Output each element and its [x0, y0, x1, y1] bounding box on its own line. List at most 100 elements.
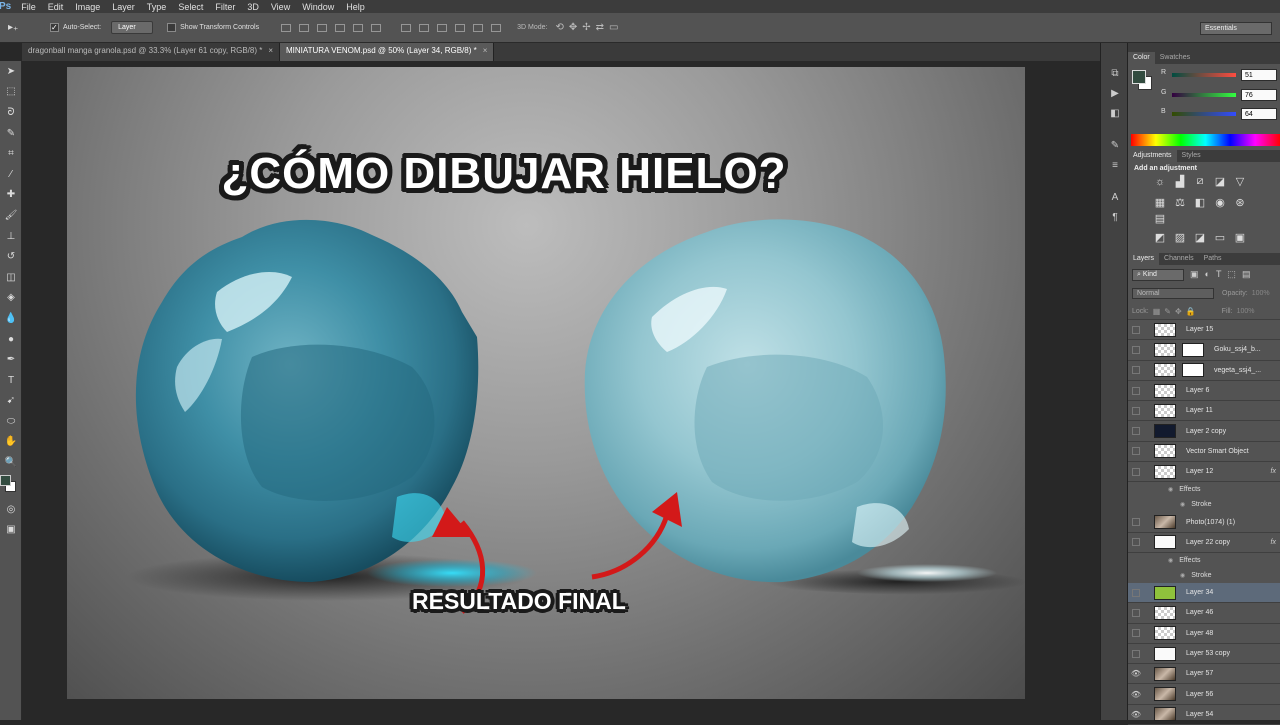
- fill-field[interactable]: 100%: [1237, 308, 1255, 315]
- r-value-field[interactable]: 51: [1241, 69, 1277, 81]
- visibility-toggle[interactable]: [1132, 447, 1140, 456]
- menu-file[interactable]: File: [15, 2, 42, 12]
- layer-effect-row[interactable]: ◉ Effects: [1128, 482, 1280, 497]
- crop-tool-icon[interactable]: ⌗: [0, 143, 22, 164]
- photo-filter-icon[interactable]: ◉: [1213, 196, 1227, 209]
- show-transform-checkbox[interactable]: Show Transform Controls: [167, 23, 259, 32]
- path-select-tool-icon[interactable]: ➹: [0, 391, 22, 412]
- visibility-toggle[interactable]: [1132, 467, 1140, 476]
- visibility-toggle[interactable]: [1132, 649, 1140, 658]
- move-tool-icon[interactable]: ➤: [0, 61, 22, 82]
- tab-swatches[interactable]: Swatches: [1155, 52, 1195, 64]
- marquee-tool-icon[interactable]: ⬚: [0, 82, 22, 103]
- clone-stamp-tool-icon[interactable]: ⊥: [0, 226, 22, 247]
- close-icon[interactable]: ×: [268, 46, 273, 55]
- r-slider[interactable]: [1172, 73, 1236, 77]
- distribute-left-icon[interactable]: [455, 23, 466, 32]
- kind-filter-dropdown[interactable]: ⌕ Kind: [1132, 268, 1184, 281]
- tab-styles[interactable]: Styles: [1177, 150, 1206, 162]
- align-hcenter-icon[interactable]: [353, 23, 364, 32]
- eye-icon[interactable]: 👁: [1128, 669, 1144, 678]
- hand-tool-icon[interactable]: ✋: [0, 432, 22, 453]
- g-value-field[interactable]: 76: [1241, 89, 1277, 101]
- invert-icon[interactable]: ◩: [1153, 231, 1167, 244]
- eye-icon[interactable]: ◉: [1168, 557, 1173, 564]
- eye-icon[interactable]: ◉: [1180, 572, 1185, 579]
- layer-row[interactable]: Layer 46: [1128, 603, 1280, 624]
- visibility-toggle[interactable]: [1132, 518, 1140, 527]
- character-icon[interactable]: A: [1101, 187, 1129, 207]
- visibility-toggle[interactable]: [1132, 366, 1140, 375]
- layer-effect-row[interactable]: ◉ Stroke: [1128, 497, 1280, 512]
- history-brush-tool-icon[interactable]: ↺: [0, 246, 22, 267]
- artboard[interactable]: ¿CÓMO DIBUJAR HIELO? RESULTADO FINAL: [67, 67, 1025, 699]
- distribute-right-icon[interactable]: [491, 23, 502, 32]
- layer-effects-icon[interactable]: fx: [1271, 468, 1276, 475]
- layer-row[interactable]: Layer 15: [1128, 320, 1280, 341]
- close-icon[interactable]: ×: [483, 46, 488, 55]
- auto-select-checkbox[interactable]: ✓ Auto-Select:: [50, 23, 101, 32]
- gradient-map-icon[interactable]: ▭: [1213, 231, 1227, 244]
- paint-bucket-tool-icon[interactable]: ◈: [0, 288, 22, 309]
- layer-row[interactable]: Layer 12 fx: [1128, 462, 1280, 483]
- workspace-dropdown[interactable]: Essentials: [1200, 22, 1272, 35]
- menu-image[interactable]: Image: [69, 2, 106, 12]
- align-left-icon[interactable]: [335, 23, 346, 32]
- menu-layer[interactable]: Layer: [106, 2, 141, 12]
- eye-icon[interactable]: 👁: [1128, 690, 1144, 699]
- tab-layers[interactable]: Layers: [1128, 253, 1160, 265]
- g-slider[interactable]: [1172, 93, 1236, 97]
- menu-window[interactable]: Window: [296, 2, 340, 12]
- visibility-toggle[interactable]: [1132, 538, 1140, 547]
- hue-saturation-icon[interactable]: ▦: [1153, 196, 1167, 209]
- curves-icon[interactable]: ⧄: [1193, 175, 1207, 188]
- color-lookup-icon[interactable]: ▤: [1153, 212, 1167, 225]
- b-value-field[interactable]: 64: [1241, 108, 1277, 120]
- layer-row[interactable]: 👁 Layer 54: [1128, 705, 1280, 725]
- menu-3d[interactable]: 3D: [241, 2, 265, 12]
- layer-mask-thumbnail[interactable]: [1182, 342, 1204, 357]
- visibility-toggle[interactable]: [1132, 325, 1140, 334]
- color-spectrum[interactable]: [1131, 134, 1280, 146]
- lock-icons[interactable]: ▦✎✥🔒: [1153, 307, 1200, 316]
- layer-row[interactable]: Goku_ssj4_b...: [1128, 340, 1280, 361]
- align-right-icon[interactable]: [371, 23, 382, 32]
- posterize-icon[interactable]: ▨: [1173, 231, 1187, 244]
- layer-effect-row[interactable]: ◉ Stroke: [1128, 568, 1280, 583]
- visibility-toggle[interactable]: [1132, 345, 1140, 354]
- layer-row[interactable]: Layer 6: [1128, 381, 1280, 402]
- layer-row[interactable]: Layer 48: [1128, 624, 1280, 644]
- menu-filter[interactable]: Filter: [209, 2, 241, 12]
- blend-mode-dropdown[interactable]: Normal: [1132, 288, 1214, 299]
- pen-tool-icon[interactable]: ✒: [0, 349, 22, 370]
- paragraph-icon[interactable]: ¶: [1101, 207, 1129, 227]
- opacity-field[interactable]: 100%: [1252, 290, 1270, 297]
- actions-icon[interactable]: ▶: [1101, 83, 1129, 103]
- dodge-tool-icon[interactable]: ●: [0, 329, 22, 350]
- healing-brush-tool-icon[interactable]: ✚: [0, 185, 22, 206]
- filter-icons[interactable]: ▣◐T⬚▤: [1190, 269, 1256, 280]
- layer-effects-icon[interactable]: fx: [1271, 539, 1276, 546]
- black-white-icon[interactable]: ◧: [1193, 196, 1207, 209]
- lasso-tool-icon[interactable]: ᘐ: [0, 102, 22, 123]
- quick-mask-icon[interactable]: ◎: [0, 499, 22, 520]
- layer-row[interactable]: Layer 53 copy: [1128, 644, 1280, 665]
- eraser-tool-icon[interactable]: ◫: [0, 267, 22, 288]
- align-vcenter-icon[interactable]: [299, 23, 310, 32]
- menu-select[interactable]: Select: [172, 2, 209, 12]
- layer-row[interactable]: Photo(1074) (1): [1128, 512, 1280, 533]
- 3d-mode-icons[interactable]: ⟲✥✢⇄▭: [555, 22, 623, 33]
- layer-row[interactable]: Layer 11: [1128, 401, 1280, 422]
- b-slider[interactable]: [1172, 112, 1236, 116]
- layer-mask-thumbnail[interactable]: [1182, 363, 1204, 378]
- distribute-top-icon[interactable]: [401, 23, 412, 32]
- distribute-hcenter-icon[interactable]: [473, 23, 484, 32]
- visibility-toggle[interactable]: [1132, 588, 1140, 597]
- screen-mode-icon[interactable]: ▣: [0, 519, 22, 540]
- move-tool-icon[interactable]: ▸₊: [8, 22, 34, 33]
- tab-color[interactable]: Color: [1128, 52, 1155, 64]
- blur-tool-icon[interactable]: 💧: [0, 308, 22, 329]
- visibility-toggle[interactable]: [1132, 406, 1140, 415]
- tab-paths[interactable]: Paths: [1199, 253, 1227, 265]
- eye-icon[interactable]: 👁: [1128, 710, 1144, 719]
